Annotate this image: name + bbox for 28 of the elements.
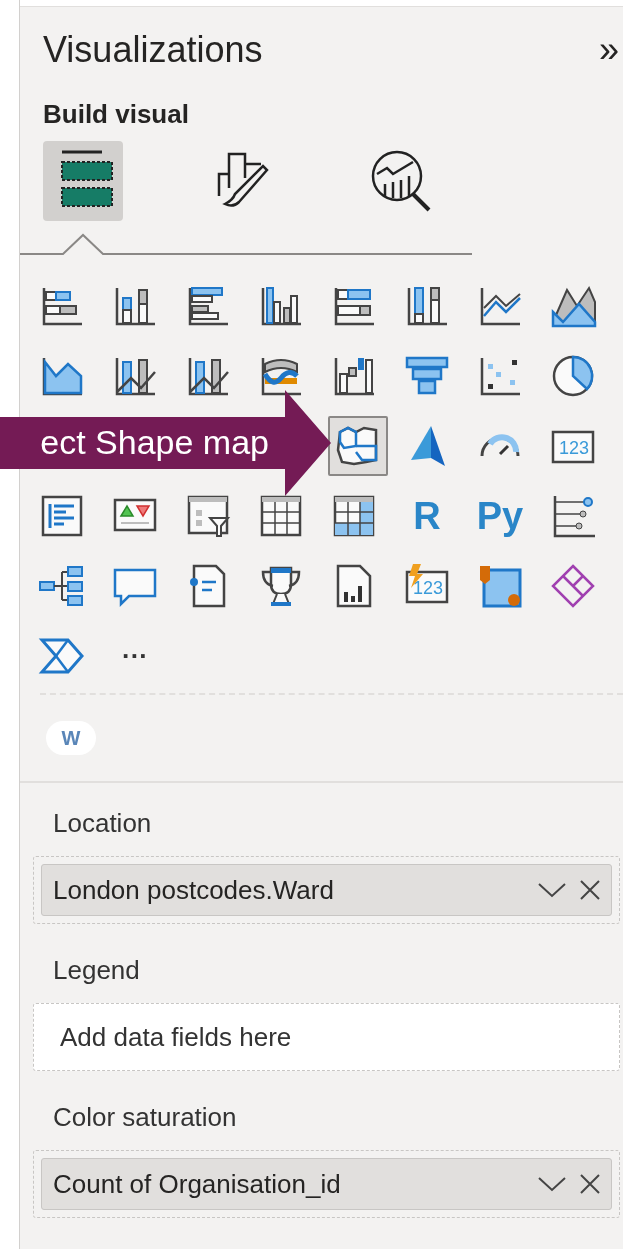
- pane-title: Visualizations: [43, 28, 263, 72]
- cloud-letter: W: [61, 726, 81, 751]
- field-name: London postcodes.Ward: [53, 873, 335, 907]
- visual-type-button[interactable]: R: [401, 490, 453, 542]
- visual-type-button[interactable]: [328, 416, 388, 476]
- close-icon[interactable]: [579, 879, 601, 901]
- chevron-down-icon[interactable]: [537, 881, 567, 899]
- more-label: ···: [122, 643, 148, 669]
- drop-well[interactable]: Add data fields here: [33, 1003, 620, 1071]
- pane-tab[interactable]: [43, 141, 123, 221]
- well-label: Legend: [52, 954, 141, 986]
- visual-type-button[interactable]: Py: [474, 490, 526, 542]
- close-icon[interactable]: [579, 1173, 601, 1195]
- well-label: Location: [52, 807, 153, 839]
- diamond-icon: [549, 562, 597, 610]
- field-chip[interactable]: Count of Organisation_id: [41, 1158, 612, 1210]
- well-label: Color saturation: [52, 1101, 238, 1133]
- drop-placeholder: Add data fields here: [60, 1020, 292, 1054]
- collapse-button[interactable]: »: [598, 32, 619, 68]
- language-label: Py: [476, 497, 524, 535]
- cloud-icon[interactable]: W: [46, 721, 96, 755]
- language-label: R: [413, 497, 441, 535]
- chevron-down-icon[interactable]: [537, 1175, 567, 1193]
- visual-type-button[interactable]: ···: [109, 630, 161, 682]
- section-heading: Build visual: [42, 98, 190, 131]
- field-name: Count of Organisation_id: [53, 1167, 342, 1201]
- field-chip[interactable]: London postcodes.Ward: [41, 864, 612, 916]
- callout-text: ect Shape map: [40, 425, 269, 459]
